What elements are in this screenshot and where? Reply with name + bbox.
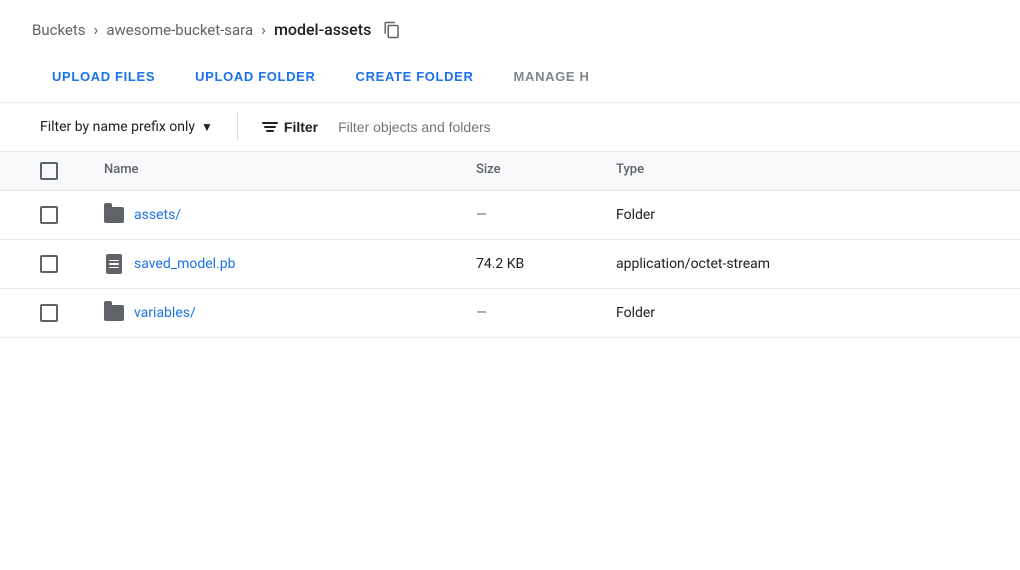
row-name[interactable]: saved_model.pb (96, 240, 468, 288)
file-table: Name Size Type assets/ — Folder (0, 152, 1020, 338)
row-type: Folder (608, 193, 868, 237)
filter-prefix-selector[interactable]: Filter by name prefix only ▼ (32, 113, 221, 141)
breadcrumb-current-page: model-assets (274, 20, 371, 39)
table-row: saved_model.pb 74.2 KB application/octet… (0, 240, 1020, 289)
row-type: application/octet-stream (608, 242, 868, 286)
row-name[interactable]: variables/ (96, 289, 468, 337)
row-actions (868, 250, 988, 278)
copy-path-icon[interactable] (383, 21, 401, 39)
row-name[interactable]: assets/ (96, 191, 468, 239)
header-size: Size (468, 152, 608, 190)
table-header: Name Size Type (0, 152, 1020, 191)
row-size: 74.2 KB (468, 242, 608, 286)
breadcrumb-bucket-name[interactable]: awesome-bucket-sara (106, 21, 253, 39)
row-actions (868, 201, 988, 229)
folder-icon (104, 205, 124, 225)
document-icon (104, 254, 124, 274)
breadcrumb: Buckets › awesome-bucket-sara › model-as… (0, 0, 1020, 51)
create-folder-button[interactable]: CREATE FOLDER (336, 59, 494, 94)
row-checkbox-cell (32, 290, 96, 336)
header-extra (868, 152, 988, 190)
row-size: — (468, 193, 608, 237)
header-name: Name (96, 152, 468, 190)
header-checkbox-cell (32, 152, 96, 190)
row-checkbox[interactable] (40, 304, 58, 322)
select-all-checkbox[interactable] (40, 162, 58, 180)
filter-divider (237, 113, 238, 141)
row-actions (868, 299, 988, 327)
upload-folder-button[interactable]: UPLOAD FOLDER (175, 59, 335, 94)
header-type: Type (608, 152, 868, 190)
table-row: assets/ — Folder (0, 191, 1020, 240)
row-size: — (468, 291, 608, 335)
row-checkbox-cell (32, 192, 96, 238)
table-row: variables/ — Folder (0, 289, 1020, 338)
manage-button[interactable]: MANAGE H (494, 59, 610, 94)
filter-icon (262, 122, 278, 132)
breadcrumb-sep-1: › (94, 20, 99, 39)
row-checkbox[interactable] (40, 255, 58, 273)
breadcrumb-buckets[interactable]: Buckets (32, 21, 86, 39)
filter-bar: Filter by name prefix only ▼ Filter (0, 103, 1020, 152)
folder-icon (104, 303, 124, 323)
breadcrumb-sep-2: › (261, 20, 266, 39)
filter-button[interactable]: Filter (254, 113, 326, 141)
filter-input[interactable] (338, 119, 638, 135)
row-type: Folder (608, 291, 868, 335)
row-checkbox-cell (32, 241, 96, 287)
upload-files-button[interactable]: UPLOAD FILES (32, 59, 175, 94)
action-toolbar: UPLOAD FILES UPLOAD FOLDER CREATE FOLDER… (0, 51, 1020, 103)
filter-prefix-label: Filter by name prefix only (40, 119, 195, 135)
filter-label: Filter (284, 119, 318, 135)
row-checkbox[interactable] (40, 206, 58, 224)
chevron-down-icon: ▼ (201, 120, 213, 134)
